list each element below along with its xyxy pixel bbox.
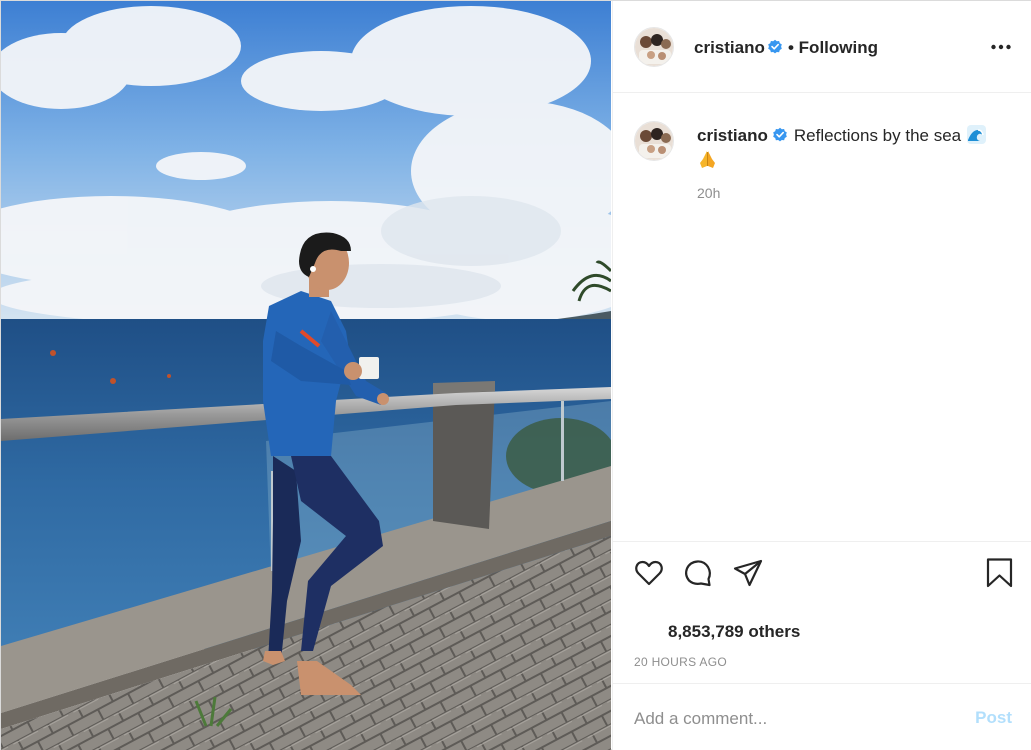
share-icon[interactable] bbox=[733, 558, 763, 588]
post-modal: cristiano • Following cristiano Reflecti… bbox=[0, 0, 1031, 750]
bookmark-icon[interactable] bbox=[985, 558, 1015, 588]
folded-hands-emoji-icon bbox=[697, 149, 718, 170]
caption-section: cristiano Reflections by the sea 20h bbox=[613, 94, 1031, 541]
caption-text: Reflections by the sea bbox=[793, 126, 962, 145]
verified-badge-icon bbox=[772, 125, 788, 142]
following-status-button[interactable]: • Following bbox=[788, 38, 878, 58]
more-horizontal-icon[interactable] bbox=[990, 38, 1012, 56]
post-photo[interactable] bbox=[1, 1, 611, 750]
verified-badge-icon bbox=[767, 39, 783, 55]
post-timestamp[interactable]: 20 HOURS AGO bbox=[634, 655, 727, 669]
post-comment-button[interactable]: Post bbox=[975, 708, 1012, 728]
avatar[interactable] bbox=[634, 121, 674, 161]
post-header: cristiano • Following bbox=[613, 1, 1031, 93]
post-side-panel: cristiano • Following cristiano Reflecti… bbox=[612, 1, 1031, 750]
comment-input[interactable] bbox=[634, 706, 964, 732]
username[interactable]: cristiano bbox=[694, 38, 765, 58]
avatar[interactable] bbox=[634, 27, 674, 67]
wave-emoji-icon bbox=[966, 124, 987, 145]
heart-icon[interactable] bbox=[634, 558, 664, 588]
comment-icon[interactable] bbox=[683, 558, 713, 588]
action-bar: 8,853,789 others 20 HOURS AGO bbox=[613, 541, 1031, 683]
comment-bar: Post bbox=[613, 683, 1031, 750]
likes-count[interactable]: 8,853,789 others bbox=[668, 622, 800, 642]
caption-text-block: cristiano Reflections by the sea bbox=[697, 123, 1007, 173]
caption-time[interactable]: 20h bbox=[697, 185, 720, 201]
caption-username[interactable]: cristiano bbox=[697, 126, 768, 145]
